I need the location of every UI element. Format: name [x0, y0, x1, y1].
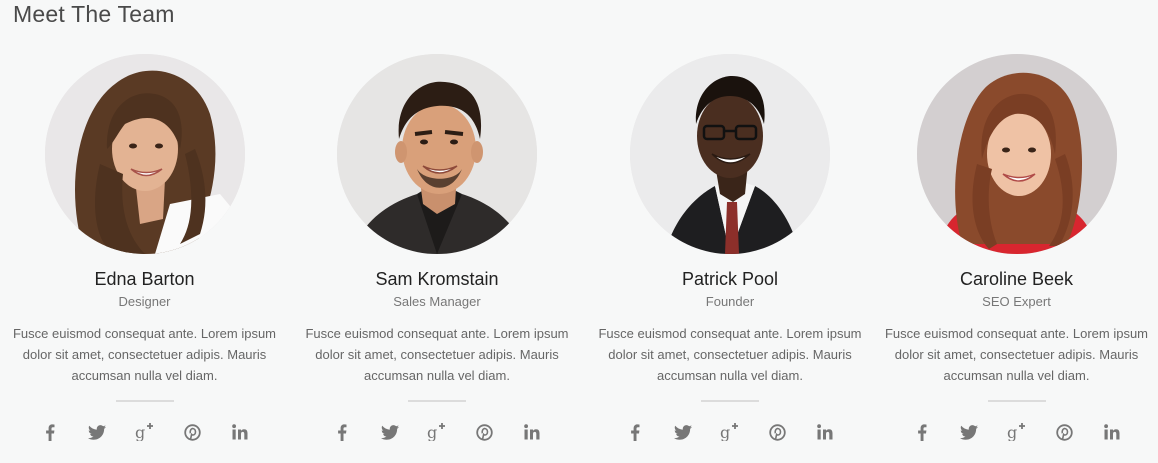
linkedin-icon[interactable] [1101, 421, 1123, 443]
member-bio: Fusce euismod consequat ante. Lorem ipsu… [12, 326, 277, 383]
svg-text:g: g [720, 423, 730, 441]
twitter-icon[interactable] [379, 421, 401, 443]
team-grid: Edna Barton Designer Fusce euismod conse… [0, 54, 1158, 444]
facebook-icon[interactable] [39, 421, 61, 443]
svg-text:g: g [1007, 423, 1017, 441]
social-links: g [331, 420, 543, 444]
team-member-card: Caroline Beek SEO Expert Fusce euismod c… [875, 54, 1158, 444]
linkedin-icon[interactable] [229, 421, 251, 443]
section-title: Meet The Team [13, 1, 175, 27]
member-role: Sales Manager [393, 294, 481, 309]
google-plus-icon[interactable]: g [719, 421, 741, 443]
google-plus-icon[interactable]: g [426, 421, 448, 443]
pinterest-icon[interactable] [474, 421, 496, 443]
divider [408, 400, 466, 402]
facebook-icon[interactable] [624, 421, 646, 443]
member-photo [630, 54, 830, 254]
divider [701, 400, 759, 402]
pinterest-icon[interactable] [767, 421, 789, 443]
svg-text:g: g [135, 423, 145, 441]
member-bio: Fusce euismod consequat ante. Lorem ipsu… [884, 326, 1149, 383]
member-role: Designer [118, 294, 171, 309]
pinterest-icon[interactable] [1053, 421, 1075, 443]
social-links: g [624, 420, 836, 444]
twitter-icon[interactable] [672, 421, 694, 443]
google-plus-icon[interactable]: g [1006, 421, 1028, 443]
google-plus-icon[interactable]: g [134, 421, 156, 443]
pinterest-icon[interactable] [181, 421, 203, 443]
team-member-card: Edna Barton Designer Fusce euismod conse… [0, 54, 289, 444]
member-name: Caroline Beek [959, 269, 1074, 289]
linkedin-icon[interactable] [814, 421, 836, 443]
member-role: Founder [705, 294, 755, 309]
linkedin-icon[interactable] [521, 421, 543, 443]
member-photo [44, 54, 245, 254]
team-member-card: Sam Kromstain Sales Manager Fusce euismo… [289, 54, 585, 444]
social-links: g [911, 420, 1123, 444]
member-name: Edna Barton [94, 269, 195, 289]
facebook-icon[interactable] [911, 421, 933, 443]
member-photo [916, 54, 1117, 254]
svg-text:g: g [427, 423, 437, 441]
social-links: g [39, 420, 251, 444]
member-name: Sam Kromstain [375, 269, 499, 289]
member-bio: Fusce euismod consequat ante. Lorem ipsu… [598, 326, 862, 383]
team-member-card: Patrick Pool Founder Fusce euismod conse… [585, 54, 875, 444]
member-photo [337, 54, 537, 254]
divider [115, 400, 174, 402]
member-name: Patrick Pool [681, 269, 779, 289]
facebook-icon[interactable] [331, 421, 353, 443]
team-section: Meet The Team Edna Barton Designer Fusce… [0, 0, 1158, 463]
twitter-icon[interactable] [958, 421, 980, 443]
divider [987, 400, 1046, 402]
member-role: SEO Expert [982, 294, 1051, 309]
twitter-icon[interactable] [86, 421, 108, 443]
member-bio: Fusce euismod consequat ante. Lorem ipsu… [305, 326, 569, 383]
